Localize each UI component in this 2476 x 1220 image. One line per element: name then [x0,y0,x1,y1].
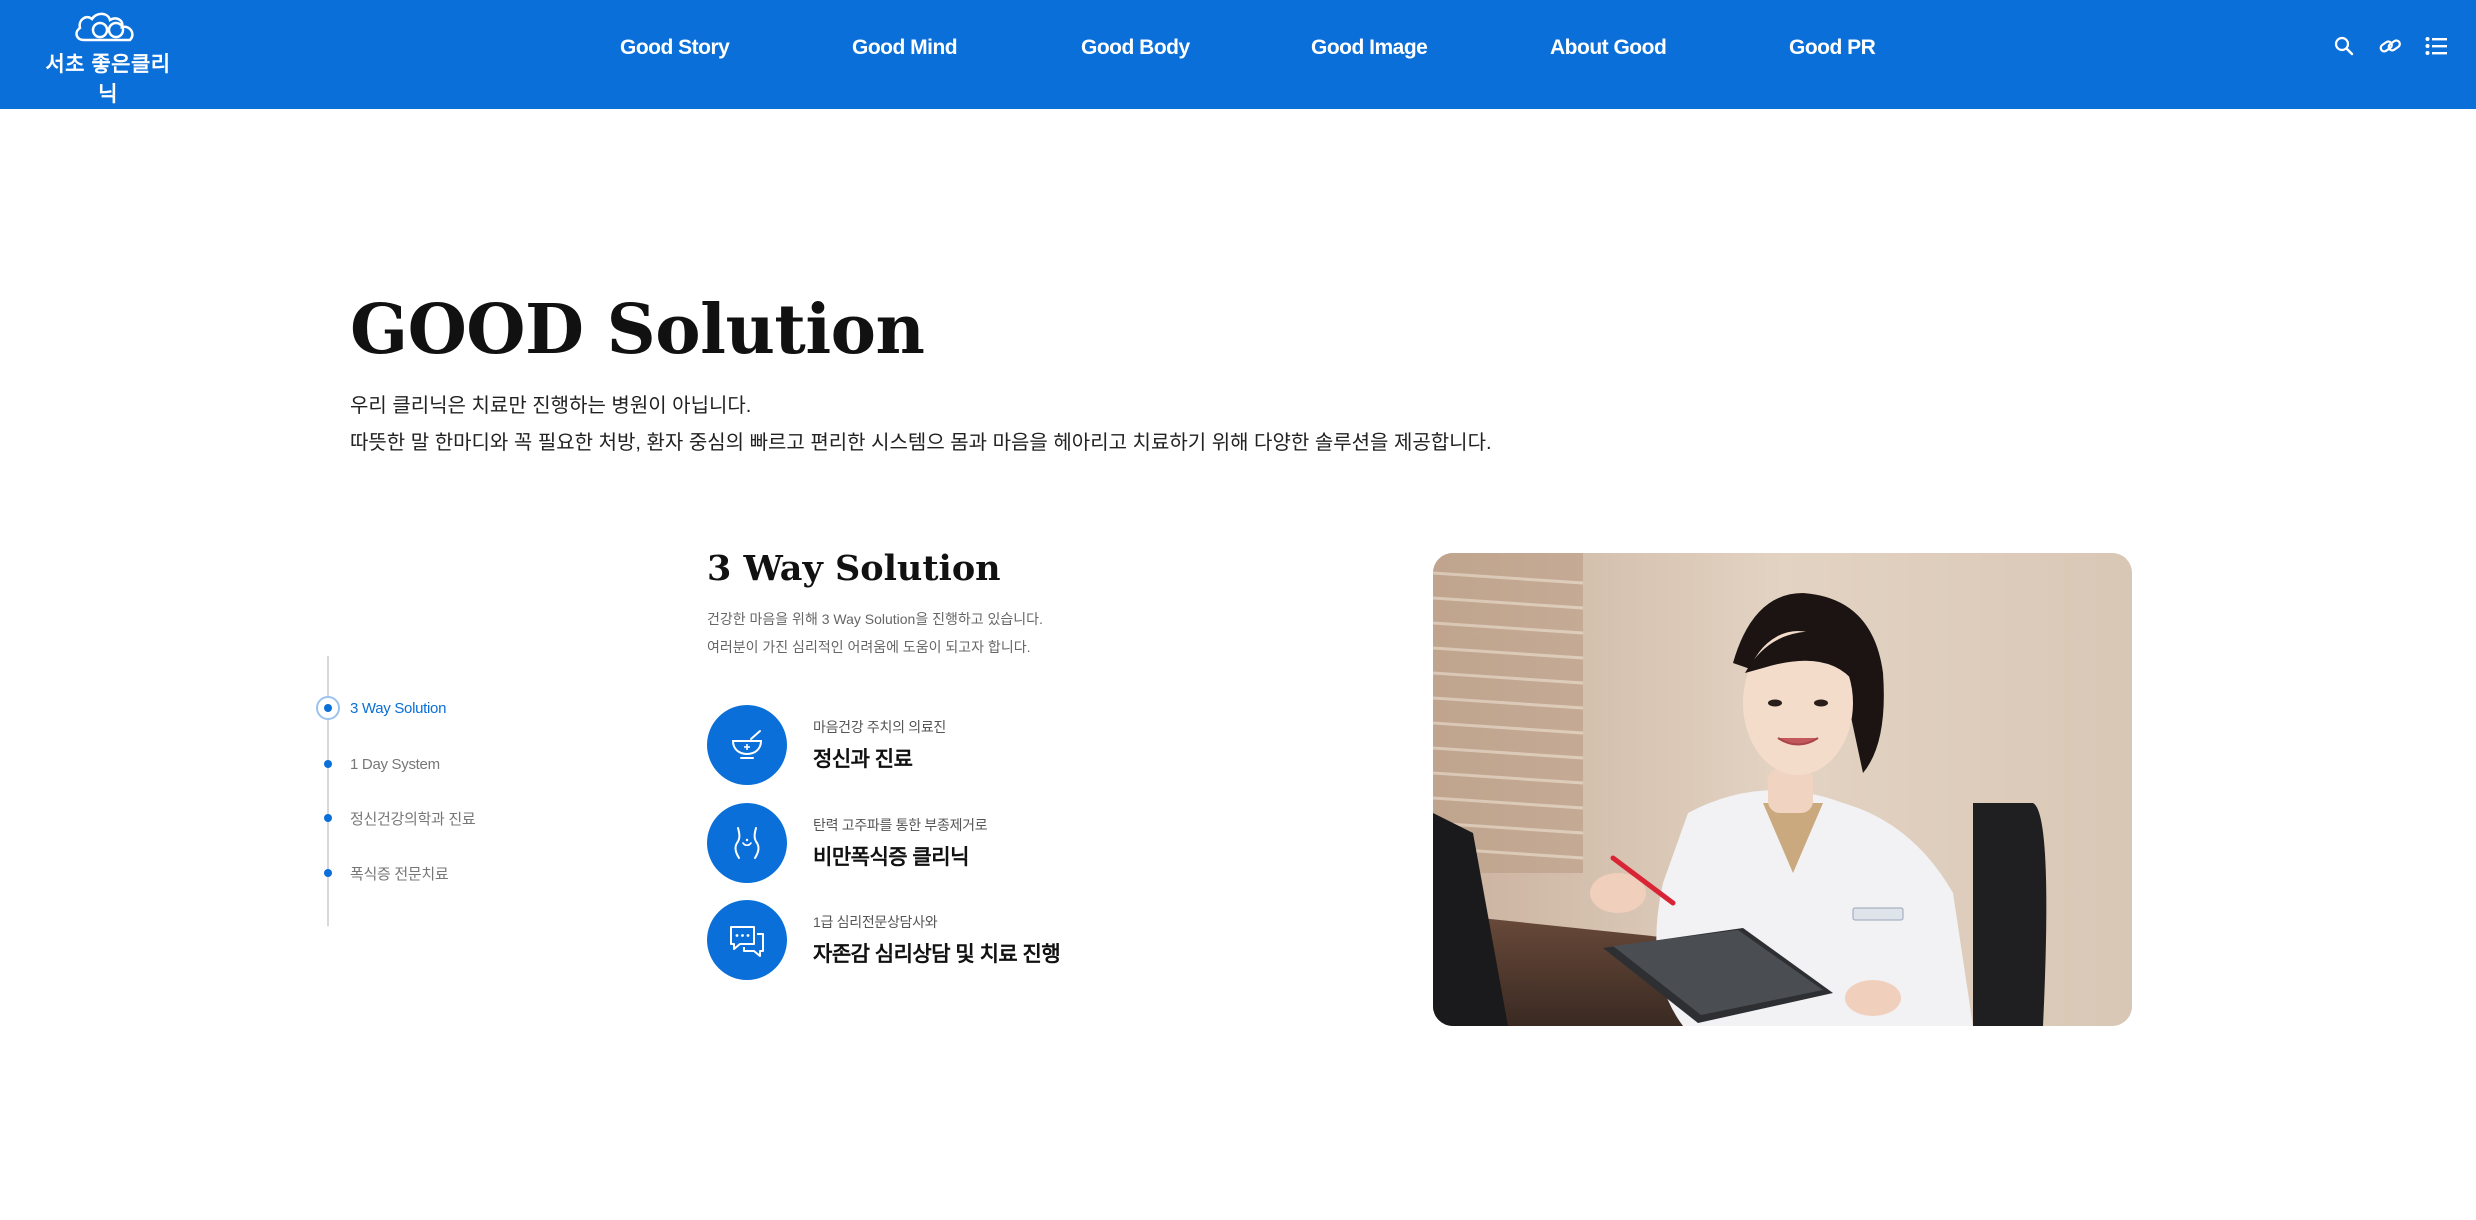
nav-about-good[interactable]: About Good [1550,36,1667,60]
body-waist-icon [707,803,787,883]
side-nav-psychiatry[interactable]: 정신건강의학과 진료 [316,806,476,830]
side-nav-dot [316,752,340,776]
clinic-logo[interactable]: 서초 좋은클리닉 GOOD IMAGE CLINIC [38,10,178,118]
section-title: GOOD Solution [350,290,925,370]
side-nav-label: 1 Day System [350,755,440,773]
solution-item-subtitle: 마음건강 주치의 의료진 [813,719,946,735]
nav-good-body[interactable]: Good Body [1081,36,1190,60]
side-nav-binge-eating[interactable]: 폭식증 전문치료 [316,861,449,885]
side-nav-dot [316,861,340,885]
nav-good-story[interactable]: Good Story [620,36,730,60]
side-nav-label: 정신건강의학과 진료 [350,810,476,828]
search-icon[interactable] [2332,34,2356,58]
solution-description: 건강한 마음을 위해 3 Way Solution을 진행하고 있습니다. 여러… [707,605,1043,661]
solution-title: 3 Way Solution [707,548,1001,589]
solution-item-subtitle: 탄력 고주파를 통한 부종제거로 [813,817,988,833]
side-nav-label: 폭식증 전문치료 [350,865,449,883]
solution-item-counseling: 1급 심리전문상담사와 자존감 심리상담 및 치료 진행 [707,900,1061,980]
nav-good-pr[interactable]: Good PR [1789,36,1876,60]
top-header: 서초 좋은클리닉 GOOD IMAGE CLINIC Good Story Go… [0,0,2476,118]
side-nav-label: 3 Way Solution [350,699,447,717]
header-icon-group [2332,34,2448,58]
nav-good-mind[interactable]: Good Mind [852,36,958,60]
logo-korean-text: 서초 좋은클리닉 [45,53,171,106]
solution-item-title: 자존감 심리상담 및 치료 진행 [813,943,1061,966]
solution-item-text: 마음건강 주치의 의료진 정신과 진료 [813,717,946,773]
solution-desc-line1: 건강한 마음을 위해 3 Way Solution을 진행하고 있습니다. [707,611,1043,627]
section-desc-line1: 우리 클리닉은 치료만 진행하는 병원이 아닙니다. [350,395,752,417]
chat-bubbles-icon [707,900,787,980]
section-desc-line2: 따뜻한 말 한마디와 꼭 필요한 처방, 환자 중심의 빠르고 편리한 시스템으… [350,432,1492,454]
solution-item-title: 비만폭식증 클리닉 [813,846,969,869]
nav-good-image[interactable]: Good Image [1311,36,1428,60]
logo-english-text: GOOD IMAGE CLINIC [62,111,154,118]
link-icon[interactable] [2378,34,2402,58]
solution-item-psychiatry: 마음건강 주치의 의료진 정신과 진료 [707,705,946,785]
solution-item-subtitle: 1급 심리전문상담사와 [813,914,938,930]
medicine-bowl-icon [707,705,787,785]
menu-list-icon[interactable] [2424,34,2448,58]
solution-desc-line2: 여러분이 가진 심리적인 어려움에 도움이 되고자 합니다. [707,639,1031,655]
side-nav-dot [316,696,340,720]
side-nav-1-day-system[interactable]: 1 Day System [316,752,440,776]
section-description: 우리 클리닉은 치료만 진행하는 병원이 아닙니다. 따뜻한 말 한마디와 꼭 … [350,388,1492,462]
solution-item-text: 탄력 고주파를 통한 부종제거로 비만폭식증 클리닉 [813,815,988,871]
doctor-photo [1433,553,2132,1026]
cloud-logo-icon [75,12,134,42]
solution-item-title: 정신과 진료 [813,748,913,771]
side-nav-dot [316,806,340,830]
solution-item-obesity: 탄력 고주파를 통한 부종제거로 비만폭식증 클리닉 [707,803,988,883]
side-nav-3-way-solution[interactable]: 3 Way Solution [316,696,446,720]
solution-item-text: 1급 심리전문상담사와 자존감 심리상담 및 치료 진행 [813,912,1061,968]
